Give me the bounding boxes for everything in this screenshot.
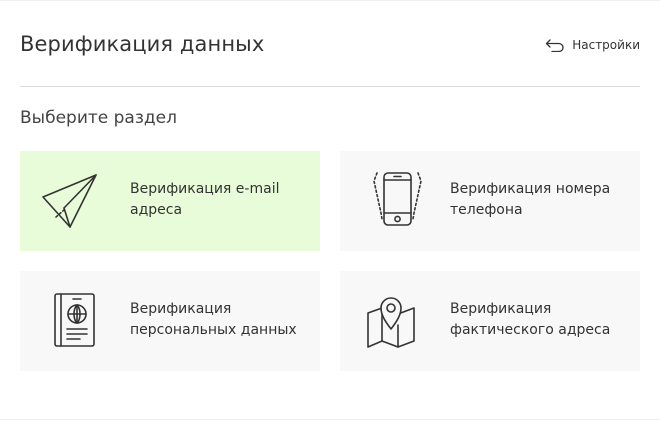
card-address-verification[interactable]: Верификация фактического адреса	[340, 271, 640, 371]
settings-label: Настройки	[572, 38, 640, 52]
map-pin-icon	[360, 289, 424, 353]
card-personal-data-verification[interactable]: Верификация персональных данных	[20, 271, 320, 371]
card-label: Верификация фактического адреса	[450, 301, 611, 338]
back-arrow-icon	[545, 38, 572, 52]
bottom-border	[0, 419, 660, 420]
card-label: Верификация персональных данных	[130, 301, 297, 338]
header-divider	[20, 86, 640, 87]
passport-icon	[40, 289, 104, 353]
header: Верификация данных Настройки	[20, 28, 640, 64]
phone-icon	[360, 169, 424, 233]
settings-link[interactable]: Настройки	[545, 38, 640, 52]
card-email-verification[interactable]: Верификация e-mail адреса	[20, 151, 320, 251]
top-border	[0, 0, 660, 1]
card-label: Верификация номера телефона	[450, 181, 611, 218]
page-title: Верификация данных	[20, 32, 265, 56]
paper-plane-icon	[40, 169, 104, 233]
section-label: Выберите раздел	[20, 108, 177, 128]
card-phone-verification[interactable]: Верификация номера телефона	[340, 151, 640, 251]
card-label: Верификация e-mail адреса	[130, 181, 280, 218]
verification-page: Верификация данных Настройки Выберите ра…	[0, 0, 660, 422]
